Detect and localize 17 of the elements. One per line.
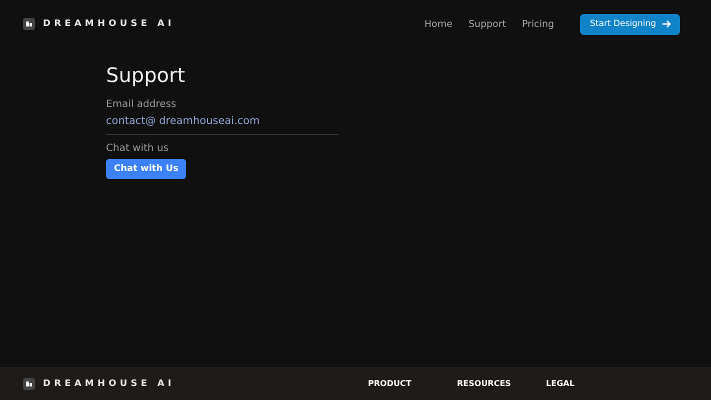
logo-icon: [23, 378, 35, 390]
brand-name: DREAMHOUSE AI: [43, 378, 175, 388]
arrow-right-icon: [662, 20, 671, 28]
brand-name: DREAMHOUSE AI: [43, 19, 175, 29]
footer-heading: PRODUCT: [368, 379, 412, 388]
nav-link[interactable]: Home: [424, 18, 452, 30]
logo-icon: [23, 18, 35, 30]
email-link[interactable]: contact@ dreamhouseai.com: [106, 115, 260, 127]
page-title: Support: [106, 63, 186, 87]
start-designing-button[interactable]: Start Designing: [580, 14, 680, 34]
chat-label: Chat with us: [106, 143, 168, 154]
nav-link[interactable]: Support: [468, 18, 506, 30]
email-label: Email address: [106, 99, 176, 110]
footer-heading: RESOURCES: [457, 379, 512, 388]
nav-link[interactable]: Pricing: [522, 18, 554, 30]
footer-heading: LEGAL: [546, 379, 576, 388]
chat-button[interactable]: Chat with Us: [106, 159, 186, 179]
